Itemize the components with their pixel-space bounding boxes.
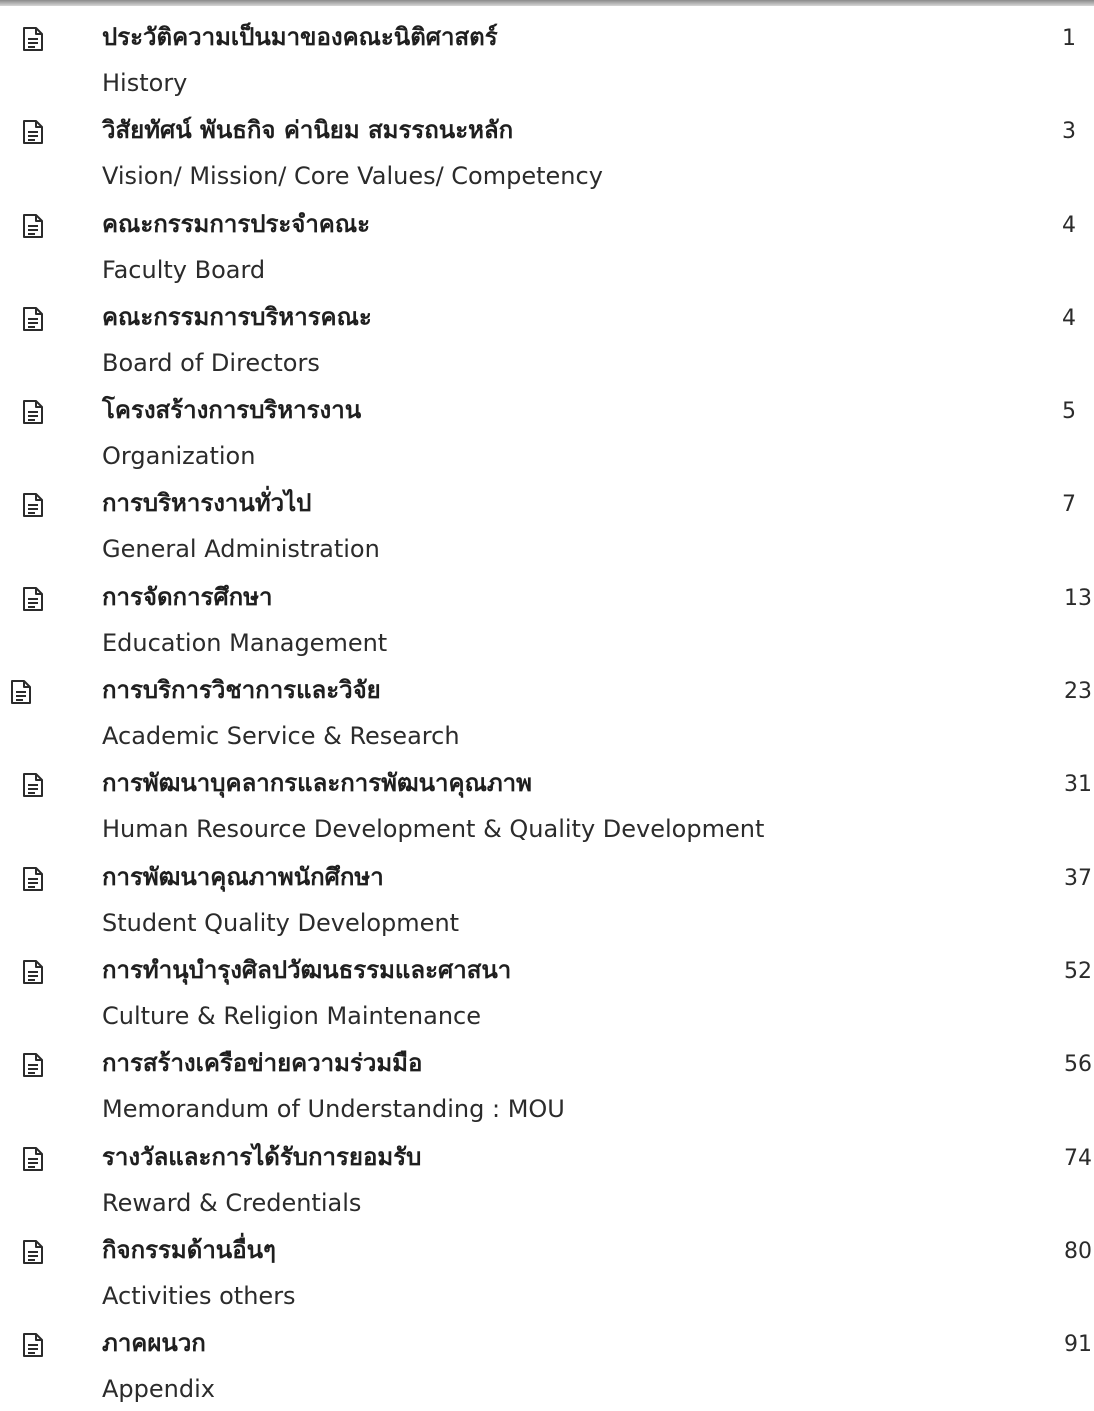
- toc-entry[interactable]: ภาคผนวก Appendix 91: [0, 1318, 1094, 1411]
- top-divider: [0, 0, 1094, 6]
- toc-title-thai: กิจกรรมด้านอื่นๆ: [102, 1235, 276, 1264]
- toc-title-thai: ประวัติความเป็นมาของคณะนิติศาสตร์: [102, 23, 498, 51]
- toc-title-english: Student Quality Development: [102, 908, 460, 937]
- toc-entry[interactable]: การพัฒนาบุคลากรและการพัฒนาคุณภาพ Human R…: [0, 758, 1094, 851]
- toc-entry[interactable]: การบริหารงานทั่วไป General Administratio…: [0, 478, 1094, 571]
- toc-page-number: 23: [1064, 679, 1092, 705]
- document-icon: [23, 120, 43, 145]
- toc-page-number: 4: [1062, 212, 1076, 238]
- toc-page-number: 1: [1062, 26, 1076, 51]
- toc-entry[interactable]: ประวัติความเป็นมาของคณะนิติศาสตร์ Histor…: [0, 12, 1094, 105]
- toc-page-number: 5: [1062, 399, 1076, 425]
- toc-page-number: 7: [1062, 492, 1076, 518]
- toc-title-english: Reward & Credentials: [102, 1188, 362, 1217]
- toc-title-english: Faculty Board: [102, 255, 266, 284]
- toc-title-thai: ภาคผนวก: [102, 1329, 206, 1358]
- toc-title-thai: รางวัลและการได้รับการยอมรับ: [102, 1142, 422, 1171]
- toc-page-number: 13: [1064, 585, 1092, 611]
- toc-entry[interactable]: การบริการวิชาการและวิจัย Academic Servic…: [0, 665, 1094, 758]
- document-icon: [23, 493, 43, 518]
- toc-title-thai: การพัฒนาบุคลากรและการพัฒนาคุณภาพ: [102, 769, 532, 798]
- document-icon: [23, 1146, 43, 1171]
- toc-entry[interactable]: การทำนุบำรุงศิลปวัฒนธรรมและศาสนา Culture…: [0, 945, 1094, 1038]
- toc-page-number: 80: [1064, 1238, 1092, 1264]
- document-icon: [23, 586, 43, 611]
- toc-title-english: Appendix: [102, 1375, 215, 1404]
- toc-title-thai: การจัดการศึกษา: [102, 582, 273, 611]
- toc-title-thai: การสร้างเครือข่ายความร่วมมือ: [102, 1049, 423, 1078]
- toc-title-thai: การบริหารงานทั่วไป: [102, 489, 312, 518]
- document-icon: [23, 1239, 43, 1264]
- toc-entry[interactable]: กิจกรรมด้านอื่นๆ Activities others 80: [0, 1225, 1094, 1318]
- toc-title-english: Academic Service & Research: [102, 722, 460, 751]
- toc-title-english: Human Resource Development & Quality Dev…: [102, 815, 765, 844]
- document-icon: [23, 773, 43, 798]
- toc-entry[interactable]: คณะกรรมการประจำคณะ Faculty Board 4: [0, 199, 1094, 292]
- document-icon: [23, 27, 43, 51]
- document-icon: [23, 1053, 43, 1078]
- toc-title-thai: การพัฒนาคุณภาพนักศึกษา: [102, 862, 384, 891]
- toc-title-english: Board of Directors: [102, 348, 320, 377]
- toc-page-number: 56: [1064, 1052, 1092, 1078]
- toc-title-english: Education Management: [102, 628, 388, 657]
- toc-page-number: 74: [1064, 1145, 1092, 1171]
- document-icon: [23, 400, 43, 425]
- toc-entry[interactable]: รางวัลและการได้รับการยอมรับ Reward & Cre…: [0, 1132, 1094, 1225]
- document-icon: [11, 680, 31, 705]
- document-icon: [23, 959, 43, 984]
- toc-title-thai: การทำนุบำรุงศิลปวัฒนธรรมและศาสนา: [102, 955, 512, 984]
- toc-entry[interactable]: การสร้างเครือข่ายความร่วมมือ Memorandum …: [0, 1038, 1094, 1131]
- toc-title-english: Memorandum of Understanding : MOU: [102, 1095, 565, 1124]
- document-icon: [23, 866, 43, 891]
- toc-title-thai: โครงสร้างการบริหารงาน: [102, 396, 362, 425]
- toc-entry[interactable]: วิสัยทัศน์ พันธกิจ ค่านิยม สมรรถนะหลัก V…: [0, 105, 1094, 198]
- toc-page-number: 91: [1064, 1332, 1092, 1358]
- document-icon: [23, 213, 43, 238]
- toc-title-thai: คณะกรรมการประจำคณะ: [102, 209, 371, 238]
- toc-title-english: Vision/ Mission/ Core Values/ Competency: [102, 162, 603, 191]
- toc-page-number: 31: [1064, 772, 1092, 798]
- toc-entry[interactable]: คณะกรรมการบริหารคณะ Board of Directors 4: [0, 292, 1094, 385]
- toc-page-number: 37: [1064, 865, 1092, 891]
- toc-title-english: Culture & Religion Maintenance: [102, 1001, 482, 1030]
- toc-title-english: Organization: [102, 442, 256, 471]
- document-icon: [23, 1333, 43, 1358]
- toc-title-english: General Administration: [102, 535, 380, 564]
- document-icon: [23, 306, 43, 331]
- toc-title-english: Activities others: [102, 1281, 296, 1310]
- toc-title-english: History: [102, 69, 188, 97]
- toc-entry[interactable]: การพัฒนาคุณภาพนักศึกษา Student Quality D…: [0, 852, 1094, 945]
- toc-page-number: 3: [1062, 119, 1076, 145]
- toc-entry[interactable]: การจัดการศึกษา Education Management 13: [0, 572, 1094, 665]
- toc-page-number: 4: [1062, 305, 1076, 331]
- toc-page-number: 52: [1064, 958, 1092, 984]
- toc-title-thai: วิสัยทัศน์ พันธกิจ ค่านิยม สมรรถนะหลัก: [102, 116, 514, 145]
- toc-title-thai: การบริการวิชาการและวิจัย: [102, 676, 381, 705]
- table-of-contents: ประวัติความเป็นมาของคณะนิติศาสตร์ Histor…: [0, 12, 1094, 1411]
- toc-title-thai: คณะกรรมการบริหารคณะ: [102, 302, 372, 331]
- toc-entry[interactable]: โครงสร้างการบริหารงาน Organization 5: [0, 385, 1094, 478]
